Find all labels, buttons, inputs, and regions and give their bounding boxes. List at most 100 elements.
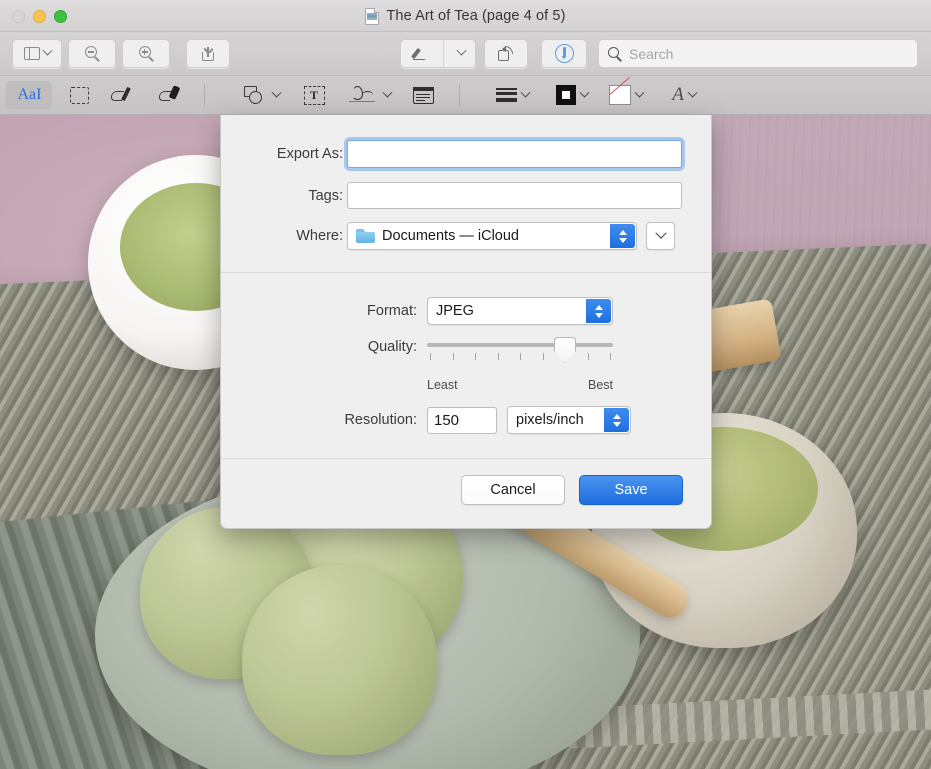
slider-tick <box>610 353 611 360</box>
where-popup-button[interactable]: Documents — iCloud <box>347 222 637 250</box>
quality-label: Quality: <box>367 339 417 355</box>
draw-marker-icon <box>157 85 185 104</box>
search-icon <box>608 46 622 62</box>
where-row: Where: Documents — iCloud <box>221 222 711 250</box>
text-selection-tool-button[interactable]: AaI <box>6 81 52 109</box>
folder-icon <box>356 229 375 243</box>
format-stepper-icon[interactable] <box>586 299 611 323</box>
markup-toolbar-toggle-button[interactable] <box>400 39 476 68</box>
border-color-tool-button[interactable] <box>547 81 597 109</box>
slider-tick <box>430 353 431 360</box>
zoom-out-button[interactable] <box>68 39 116 68</box>
format-row: Format: JPEG <box>221 297 711 325</box>
fill-color-icon <box>609 77 631 105</box>
slider-track <box>427 343 613 347</box>
quality-slider[interactable] <box>427 336 613 372</box>
dialog-actions: Cancel Save <box>221 459 711 521</box>
format-label: Format: <box>367 303 417 319</box>
resolution-label: Resolution: <box>344 412 417 428</box>
export-destination-section: Export As: Tags: Where: Documents — iClo… <box>221 115 711 272</box>
slider-endcaps: Least Best <box>427 378 613 392</box>
zoom-in-button[interactable] <box>122 39 170 68</box>
text-style-tool-button[interactable]: A <box>661 81 707 109</box>
resolution-input[interactable]: 150 <box>427 406 497 434</box>
resolution-row: Resolution: 150 pixels/inch <box>221 406 711 434</box>
where-stepper-icon[interactable] <box>610 224 635 248</box>
resolution-value: 150 <box>434 411 460 429</box>
format-popup-button[interactable]: JPEG <box>427 297 613 325</box>
shapes-tool-button[interactable] <box>236 81 288 109</box>
annotate-button[interactable] <box>541 39 587 68</box>
rotate-left-button[interactable] <box>484 39 528 68</box>
slider-tick <box>587 353 589 360</box>
slider-tick <box>542 353 544 360</box>
slider-tick <box>520 353 521 360</box>
export-as-label: Export As: <box>276 146 343 162</box>
tags-row: Tags: <box>221 182 711 209</box>
slider-ticks <box>427 353 613 361</box>
sidebar-icon <box>23 47 40 60</box>
quality-row: Quality: Least Best <box>221 336 711 392</box>
zoom-in-icon <box>138 46 154 62</box>
resolution-unit-stepper-icon[interactable] <box>604 408 629 432</box>
tags-input[interactable] <box>347 182 682 209</box>
chevron-down-icon <box>579 87 590 98</box>
window-title-group: The Art of Tea (page 4 of 5) <box>0 0 931 32</box>
quality-best-label: Best <box>587 378 613 392</box>
search-input[interactable]: Search <box>598 39 918 68</box>
sidebar-view-button[interactable] <box>12 39 62 68</box>
text-selection-icon: AaI <box>17 86 42 103</box>
slider-tick <box>452 353 454 360</box>
page-title: The Art of Tea (page 4 of 5) <box>386 8 566 24</box>
chevron-down-icon <box>42 45 52 56</box>
expand-browser-button[interactable] <box>646 222 675 250</box>
where-value: Documents — iCloud <box>382 228 519 244</box>
shape-style-tool-button[interactable] <box>487 81 537 109</box>
chevron-down-icon <box>687 87 698 98</box>
font-style-icon: A <box>672 84 684 105</box>
save-button[interactable]: Save <box>579 475 683 505</box>
note-icon <box>412 86 434 104</box>
tags-label: Tags: <box>308 187 343 204</box>
fill-color-tool-button[interactable] <box>601 77 651 109</box>
shapes-icon <box>244 85 268 105</box>
export-as-input[interactable] <box>347 140 682 168</box>
markup-toolbar: AaI T A <box>0 76 931 115</box>
share-button[interactable] <box>186 39 230 68</box>
rectangular-selection-tool-button[interactable] <box>60 81 98 109</box>
markup-chevron-down-icon[interactable] <box>448 45 475 57</box>
search-placeholder: Search <box>629 45 674 62</box>
document-preview-icon <box>365 7 380 25</box>
text-box-icon: T <box>303 85 325 105</box>
where-label: Where: <box>296 228 343 244</box>
draw-tool-button[interactable] <box>152 81 192 109</box>
sign-tool-button[interactable] <box>342 81 398 109</box>
note-tool-button[interactable] <box>404 81 442 109</box>
main-toolbar: Search <box>0 32 931 76</box>
sketch-tool-button[interactable] <box>104 81 144 109</box>
slider-tick <box>497 353 499 360</box>
chevron-down-icon <box>634 87 645 98</box>
chevron-down-icon <box>382 87 393 98</box>
signature-icon <box>349 85 379 105</box>
quality-least-label: Least <box>427 378 458 392</box>
text-tool-button[interactable]: T <box>296 81 332 109</box>
share-icon <box>201 46 215 62</box>
dashed-rectangle-icon <box>69 86 89 104</box>
resolution-unit-popup-button[interactable]: pixels/inch <box>507 406 631 434</box>
matcha-ice-cream-scoop <box>242 565 437 755</box>
rotate-icon <box>498 46 514 61</box>
slider-tick <box>475 353 476 360</box>
line-thickness-icon <box>495 88 517 102</box>
resolution-unit-value: pixels/inch <box>516 412 584 428</box>
border-color-icon <box>556 85 576 105</box>
zoom-out-icon <box>84 46 100 62</box>
cancel-button[interactable]: Cancel <box>461 475 565 505</box>
preview-window: The Art of Tea (page 4 of 5) Search AaI … <box>0 0 931 769</box>
sketch-icon <box>109 86 137 104</box>
markup-pen-icon <box>401 46 439 62</box>
chevron-down-icon <box>520 87 530 98</box>
title-bar: The Art of Tea (page 4 of 5) <box>0 0 931 32</box>
annotate-pen-circle-icon <box>554 44 574 63</box>
format-value: JPEG <box>436 303 474 319</box>
